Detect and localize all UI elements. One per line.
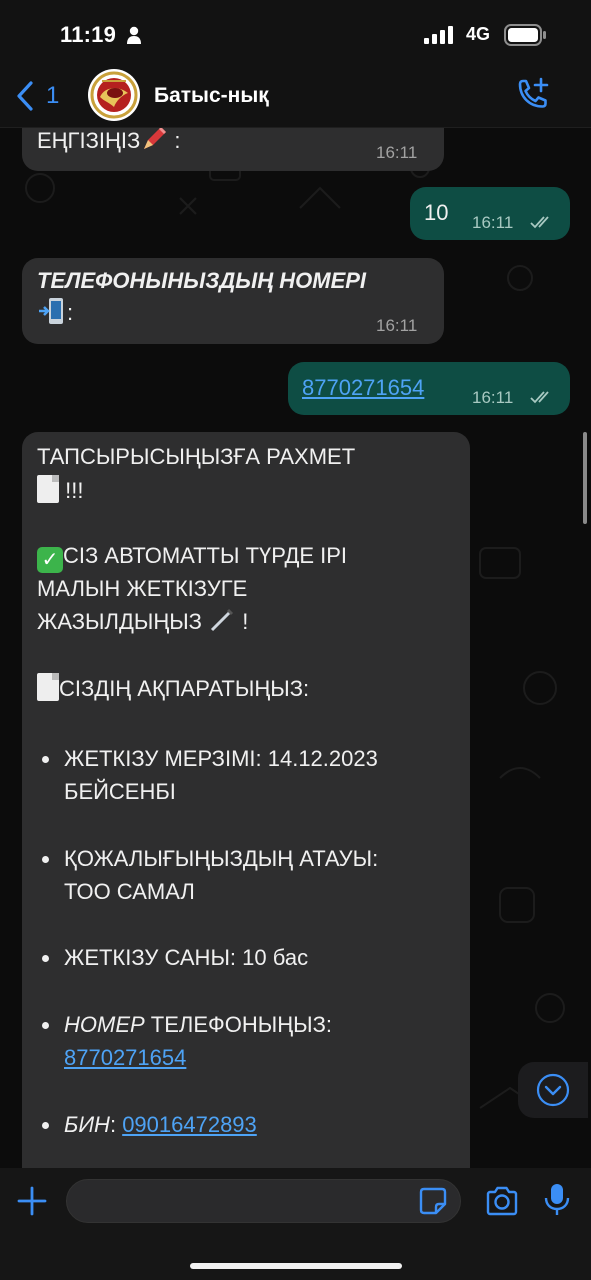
sticker-icon[interactable]: [418, 1186, 448, 1216]
chevron-down-icon: [536, 1073, 570, 1107]
message-line: ТОО САМАЛ: [64, 879, 195, 904]
logo-emblem: [90, 71, 138, 119]
message-incoming[interactable]: ТЕЛЕФОНЫНЫЗДЫҢ НОМЕРІ : 16:11: [22, 258, 444, 344]
message-time: 16:11: [472, 388, 514, 407]
scroll-to-bottom-button[interactable]: [518, 1062, 588, 1118]
chat-area[interactable]: ЕҢГІЗІҢІЗ : 16:11 10 16:11 ТЕЛЕФОНЫНЫЗДЫ…: [0, 128, 591, 1168]
message-input[interactable]: [66, 1179, 461, 1223]
scrollbar[interactable]: [583, 432, 587, 524]
bullet: [42, 955, 49, 962]
message-time: 16:11: [472, 213, 514, 232]
message-line: МАЛЫН ЖЕТКІЗУГЕ: [37, 576, 248, 601]
person-icon: [127, 26, 141, 44]
message-incoming[interactable]: ЕҢГІЗІҢІЗ : 16:11: [22, 128, 444, 171]
chat-header: 1 Батыс-нық: [0, 66, 591, 128]
home-indicator: [190, 1263, 402, 1269]
message-text: 10: [424, 200, 449, 225]
contact-name[interactable]: Батыс-нық: [154, 84, 269, 108]
composer-bar: [0, 1168, 591, 1280]
pen-emoji: [211, 608, 234, 632]
document-emoji: [37, 475, 59, 503]
message-line: ЖЕТКІЗУ САНЫ: 10 бас: [64, 945, 309, 970]
check-emoji: ✓: [37, 547, 63, 573]
status-bar: 11:19 4G: [0, 0, 591, 66]
message-line: ҚОЖАЛЫҒЫҢЫЗДЫҢ АТАУЫ:: [64, 846, 379, 871]
bin-link[interactable]: 09016472893: [122, 1112, 257, 1137]
camera-icon[interactable]: [484, 1185, 520, 1217]
double-check-icon: [530, 391, 549, 404]
plus-icon[interactable]: [16, 1185, 48, 1217]
unread-count: 1: [46, 82, 60, 109]
phone-link[interactable]: 8770271654: [64, 1041, 186, 1074]
message-outgoing[interactable]: 10 16:11: [410, 187, 570, 240]
network-type: 4G: [466, 24, 491, 44]
status-time: 11:19: [60, 22, 117, 47]
battery-icon: [504, 24, 546, 46]
chevron-left-icon: [17, 81, 33, 111]
document-emoji: [37, 673, 59, 701]
bullet: [42, 1122, 49, 1129]
phone-arrow-emoji: [39, 298, 63, 324]
pencil-emoji: [144, 128, 167, 149]
message-text: ЕҢГІЗІҢІЗ: [37, 128, 141, 153]
message-line: ЖЕТКІЗУ МЕРЗІМІ: 14.12.2023: [64, 746, 378, 771]
signal-icon: [424, 26, 453, 44]
double-check-icon: [530, 216, 549, 229]
phone-link[interactable]: 8770271654: [302, 371, 424, 404]
bullet: [42, 856, 49, 863]
bullet: [42, 756, 49, 763]
bullet: [42, 1022, 49, 1029]
message-time: 16:11: [376, 316, 418, 335]
message-incoming[interactable]: ТАПСЫРЫСЫҢЫЗҒА РАХМЕТ !!! ✓ СІЗ АВТОМАТТЫ…: [22, 432, 470, 1168]
avatar[interactable]: [88, 69, 140, 121]
message-outgoing[interactable]: 8770271654 16:11: [288, 362, 570, 415]
message-line: ТАПСЫРЫСЫҢЫЗҒА РАХМЕТ: [37, 444, 356, 469]
message-text: ТЕЛЕФОНЫНЫЗДЫҢ НОМЕРІ: [37, 268, 367, 293]
message-line: БЕЙСЕНБІ: [64, 779, 176, 804]
message-time: 16:11: [376, 143, 418, 162]
microphone-icon[interactable]: [543, 1182, 571, 1218]
back-button[interactable]: 1: [14, 76, 70, 116]
add-call-icon[interactable]: [512, 76, 552, 116]
